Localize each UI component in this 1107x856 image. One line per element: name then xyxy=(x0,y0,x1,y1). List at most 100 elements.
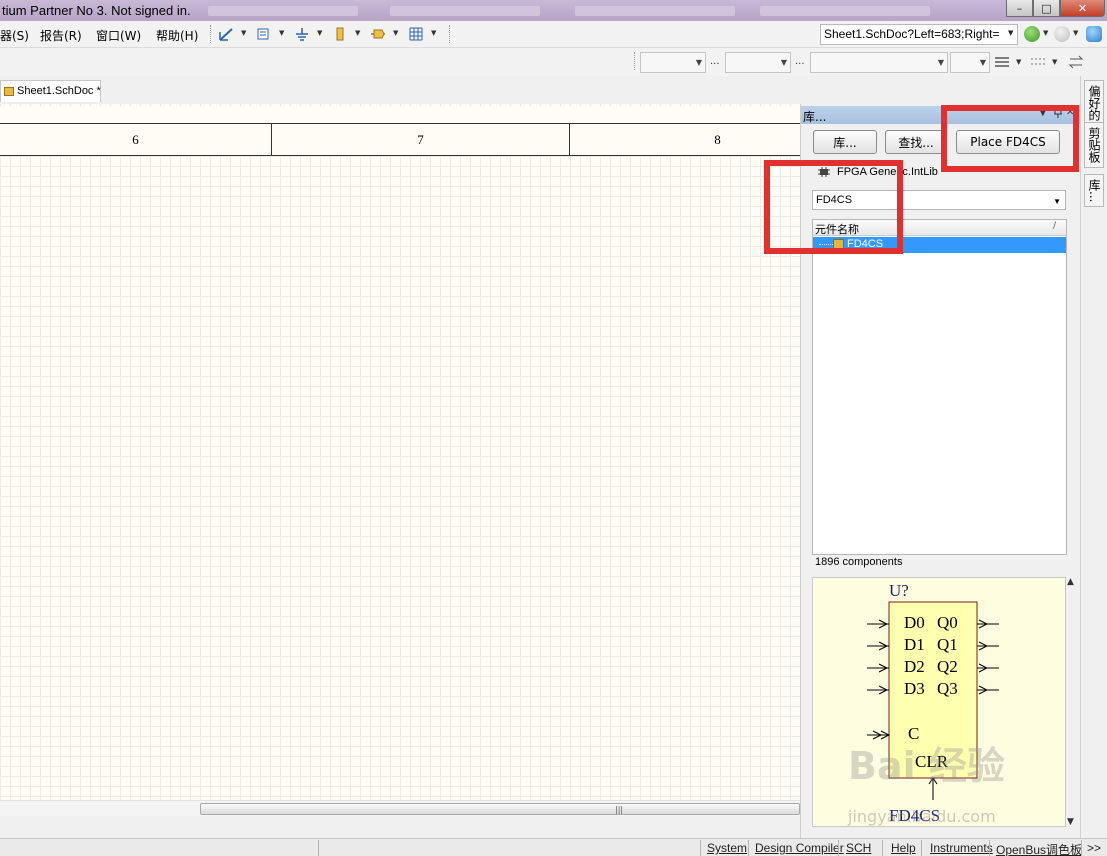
tab-clipboard[interactable]: 剪贴板 xyxy=(1084,122,1104,168)
pin-label: D0 xyxy=(904,613,925,632)
horizontal-scrollbar[interactable]: ||| xyxy=(0,800,800,816)
toolbar-separator xyxy=(210,25,211,43)
highlight-box-place-button xyxy=(941,105,1079,172)
status-more[interactable]: >> xyxy=(1087,841,1101,855)
back-icon[interactable] xyxy=(1024,26,1040,42)
component-tool-icon[interactable] xyxy=(332,26,348,42)
tab-label: Sheet1.SchDoc * xyxy=(17,85,101,97)
scroll-thumb[interactable]: ||| xyxy=(200,803,800,815)
maximize-button[interactable]: □ xyxy=(1033,0,1060,17)
watermark-url: jingyan.baidu.com xyxy=(848,807,996,826)
chevron-up-icon[interactable]: ▲ xyxy=(1067,577,1074,587)
status-separator xyxy=(748,840,749,856)
border-zone: 6 xyxy=(132,131,139,147)
border-zone: 7 xyxy=(417,131,424,147)
status-item-openbus[interactable]: OpenBus调色板 xyxy=(996,841,1082,856)
ground-power-icon[interactable] xyxy=(294,26,310,42)
chevron-down-icon: ▼ xyxy=(937,58,944,67)
chevron-down-icon: ▼ xyxy=(695,58,702,67)
chevron-down-icon[interactable]: ▼ xyxy=(317,29,322,37)
chevron-down-icon[interactable]: ▼ xyxy=(431,29,436,37)
wire-tool-icon[interactable] xyxy=(218,26,234,42)
ellipsis: ... xyxy=(795,56,805,67)
taskbar-blur xyxy=(208,6,358,16)
preview-scrollbar[interactable]: ▲ ▼ xyxy=(1066,577,1078,830)
pin-label: D2 xyxy=(904,657,925,676)
close-button[interactable]: ✕ xyxy=(1060,0,1105,17)
status-separator xyxy=(700,840,701,856)
home-icon[interactable] xyxy=(1086,26,1102,42)
chevron-down-icon[interactable]: ▼ xyxy=(1067,817,1074,827)
status-separator xyxy=(989,840,990,856)
designator-label: U? xyxy=(889,581,909,600)
menu-item-help[interactable]: 帮助(H) xyxy=(156,27,198,44)
chevron-down-icon[interactable]: ▼ xyxy=(1008,29,1013,37)
tab-sheet1[interactable]: Sheet1.SchDoc * xyxy=(0,80,101,102)
app-window: tium Partner No 3. Not signed in. – □ ✕ … xyxy=(0,0,1107,856)
chevron-down-icon: ▼ xyxy=(780,58,787,67)
status-separator xyxy=(838,840,839,856)
chevron-down-icon[interactable]: ▼ xyxy=(1052,58,1057,66)
status-separator xyxy=(921,840,922,856)
swap-icon[interactable] xyxy=(1068,54,1084,70)
chevron-down-icon[interactable]: ▼ xyxy=(1043,29,1048,37)
ellipsis: ... xyxy=(710,56,720,67)
toolbar-combo[interactable]: ▼ xyxy=(640,52,706,73)
taskbar-blur xyxy=(760,6,930,16)
status-item-system[interactable]: System xyxy=(707,841,747,855)
tab-libraries[interactable]: 库... xyxy=(1084,174,1104,208)
minimize-button[interactable]: – xyxy=(1006,0,1033,17)
grid-icon[interactable] xyxy=(408,26,424,42)
document-tab-strip: Sheet1.SchDoc * xyxy=(0,76,800,104)
chevron-down-icon[interactable]: ▼ xyxy=(1016,58,1021,66)
status-separator xyxy=(1081,840,1082,856)
canvas-footer xyxy=(0,816,800,838)
chevron-down-icon[interactable]: ▼ xyxy=(1053,197,1061,206)
forward-icon[interactable] xyxy=(1054,26,1070,42)
menu-item-reports[interactable]: 报告(R) xyxy=(40,27,82,44)
libraries-button[interactable]: 库... xyxy=(813,130,877,154)
document-address-field[interactable]: Sheet1.SchDoc?Left=683;Right= xyxy=(820,24,1018,45)
taskbar-blur xyxy=(575,6,735,16)
toolbar-separator xyxy=(449,25,450,43)
chevron-down-icon[interactable]: ▼ xyxy=(241,29,246,37)
pin-label: Q3 xyxy=(937,679,958,698)
bus-tool-icon[interactable] xyxy=(256,26,272,42)
secondary-toolbar: ▼ ... ▼ ... ▼ ▼ ▼ ▼ xyxy=(0,48,1084,76)
status-item-help[interactable]: Help xyxy=(891,841,916,855)
chevron-down-icon[interactable]: ▼ xyxy=(393,29,398,37)
line-style-icon[interactable] xyxy=(1030,54,1046,70)
pin-label: D3 xyxy=(904,679,925,698)
chevron-down-icon: ▼ xyxy=(979,58,986,67)
tab-favorites[interactable]: 偏好的 xyxy=(1084,80,1104,126)
highlight-box-component xyxy=(764,160,903,254)
toolbar-combo[interactable]: ▼ xyxy=(725,52,791,73)
toolbar-combo[interactable]: ▼ xyxy=(810,52,948,73)
window-title: tium Partner No 3. Not signed in. xyxy=(2,3,191,18)
status-item-design-compiler[interactable]: Design Compiler xyxy=(755,841,844,855)
chevron-down-icon[interactable]: ▼ xyxy=(1073,29,1078,37)
taskbar-blur xyxy=(390,6,540,16)
schematic-canvas[interactable]: 6 7 8 xyxy=(0,104,800,800)
component-count: 1896 components xyxy=(815,556,903,568)
menu-item-place[interactable]: 器(S) xyxy=(0,27,29,44)
port-tool-icon[interactable] xyxy=(370,26,386,42)
grip-icon: ||| xyxy=(615,805,624,814)
window-controls: – □ ✕ xyxy=(1006,0,1105,18)
watermark-logo: Bai 经验 xyxy=(848,744,1005,788)
component-list[interactable]: 元件名称 / FD4CS xyxy=(812,219,1067,555)
menu-item-window[interactable]: 窗口(W) xyxy=(96,27,141,44)
toolbar-separator xyxy=(634,52,635,70)
title-bar: tium Partner No 3. Not signed in. – □ ✕ xyxy=(0,0,1107,21)
chevron-down-icon[interactable]: ▼ xyxy=(355,29,360,37)
panel-title: 库... xyxy=(803,110,827,124)
status-item-sch[interactable]: SCH xyxy=(846,841,871,855)
menu-bar: 器(S) 报告(R) 窗口(W) 帮助(H) ▼ ▼ ▼ ▼ ▼ ▼ Sheet… xyxy=(0,21,1107,48)
status-item-instruments[interactable]: Instruments xyxy=(930,841,993,855)
chevron-down-icon[interactable]: ▼ xyxy=(279,29,284,37)
search-button[interactable]: 查找... xyxy=(885,130,947,154)
line-width-icon[interactable] xyxy=(994,54,1010,70)
status-bar: System Design Compiler SCH Help Instrume… xyxy=(0,838,1107,856)
toolbar-combo[interactable]: ▼ xyxy=(950,52,990,73)
side-panel-tabs: 偏好的 剪贴板 库... xyxy=(1080,76,1107,838)
